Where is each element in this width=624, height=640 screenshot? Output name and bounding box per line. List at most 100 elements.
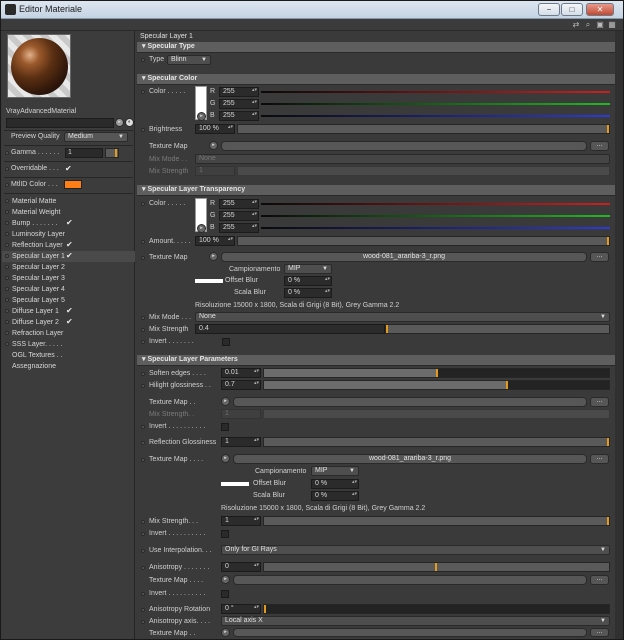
offset-blur2-field[interactable]: 0 % ▴▾: [311, 479, 359, 489]
arrows-icon[interactable]: ⇄: [571, 20, 581, 30]
maximize-button[interactable]: □: [561, 3, 583, 16]
search-icon[interactable]: ⌕: [583, 20, 593, 30]
invert4-dot[interactable]: [141, 592, 145, 596]
type-select[interactable]: Blinn ▼: [167, 55, 211, 65]
channel-checkbox[interactable]: [66, 285, 74, 293]
campionamento-select[interactable]: MIP ▼: [284, 264, 332, 274]
settings-icon[interactable]: ▦: [607, 20, 617, 30]
aniso-axis-dot[interactable]: [141, 620, 145, 624]
channel-checkbox[interactable]: [66, 208, 74, 216]
minimize-button[interactable]: −: [538, 3, 560, 16]
channel-checkbox[interactable]: [66, 296, 74, 304]
texture-map5-arrow[interactable]: ▸: [221, 628, 230, 637]
amount-dot[interactable]: [141, 240, 145, 244]
texture-map-slot[interactable]: [221, 141, 587, 151]
section-specular-parameters[interactable]: ▾ Specular Layer Parameters: [137, 355, 615, 366]
mix-strength3-slider[interactable]: [263, 409, 610, 419]
channel-refraction-layer[interactable]: Refraction Layer: [2, 328, 135, 339]
mtlid-color-swatch[interactable]: [64, 180, 82, 189]
anisotropy-field[interactable]: 0 ▴▾: [221, 562, 261, 572]
anisotropy-slider[interactable]: [263, 562, 610, 572]
hilight-dot[interactable]: [141, 384, 145, 388]
material-preview[interactable]: [7, 34, 71, 98]
soften-edges-slider[interactable]: [263, 368, 610, 378]
color-dot[interactable]: [141, 90, 145, 94]
brightness-field[interactable]: 100 % ▴▾: [195, 124, 235, 134]
channel-checkbox[interactable]: [66, 274, 74, 282]
mix-strength-field[interactable]: 1: [195, 166, 235, 176]
channel-diffuse-layer-2[interactable]: Diffuse Layer 2 ✔: [2, 317, 135, 328]
brightness-slider[interactable]: [237, 124, 610, 134]
texture-map5-slot[interactable]: [233, 628, 587, 637]
section-specular-transparency[interactable]: ▾ Specular Layer Transparency: [137, 185, 615, 196]
texture-map4-browse[interactable]: ...: [590, 575, 609, 585]
hilight-glossiness-field[interactable]: 0.7 ▴▾: [221, 380, 261, 390]
brightness-dot[interactable]: [141, 128, 145, 132]
mix-strength2-field[interactable]: 0.4: [195, 324, 385, 334]
hilight-glossiness-slider[interactable]: [263, 380, 610, 390]
campionamento2-select[interactable]: MIP ▼: [311, 466, 359, 476]
channel-checkbox[interactable]: ✔: [66, 307, 74, 315]
invert-checkbox[interactable]: [222, 338, 230, 346]
mix-mode2-dot[interactable]: [141, 316, 145, 320]
texture-map2-slot[interactable]: [233, 397, 587, 407]
transp-texture-dot[interactable]: [141, 256, 145, 260]
texture-map3-dot[interactable]: [141, 458, 145, 462]
invert4-checkbox[interactable]: [221, 590, 229, 598]
channel-checkbox[interactable]: ✔: [66, 252, 74, 260]
transp-color-dot[interactable]: [141, 202, 145, 206]
section-specular-type[interactable]: ▾ Specular Type: [137, 42, 615, 53]
reflection-glossiness-slider[interactable]: [263, 437, 610, 447]
amount-slider[interactable]: [237, 236, 610, 246]
transp-texture-arrow[interactable]: ▸: [209, 252, 218, 261]
anisotropy-rotation-slider[interactable]: [263, 604, 610, 614]
section-specular-color[interactable]: ▾ Specular Color: [137, 74, 615, 85]
channel-luminosity-layer[interactable]: Luminosity Layer: [2, 229, 135, 240]
transp-texture-slot[interactable]: wood-081_arariba-3_r.png: [221, 252, 587, 262]
channel-diffuse-layer-1[interactable]: Diffuse Layer 1 ✔: [2, 306, 135, 317]
offset-blur-field[interactable]: 0 % ▴▾: [284, 276, 332, 286]
g-slider[interactable]: [261, 103, 610, 105]
anisotropy-axis-select[interactable]: Local axis X ▼: [221, 616, 610, 626]
mix-strength2-dot[interactable]: [141, 328, 145, 332]
invert-dot[interactable]: [141, 340, 145, 344]
gamma-dot[interactable]: [5, 151, 9, 155]
channel-assegnazione[interactable]: Assegnazione: [2, 361, 135, 372]
channel-checkbox[interactable]: [66, 329, 74, 337]
channel-checkbox[interactable]: [66, 340, 74, 348]
g-field[interactable]: 255 ▴▾: [219, 99, 259, 109]
mix-strength4-dot[interactable]: [141, 520, 145, 524]
invert3-checkbox[interactable]: [221, 530, 229, 538]
texture-map-arrow[interactable]: ▸: [209, 141, 218, 150]
mix-strength2-slider[interactable]: [385, 324, 610, 334]
mix-mode2-select[interactable]: None ▼: [195, 312, 610, 322]
lock-icon[interactable]: ▣: [595, 20, 605, 30]
channel-specular-layer-2[interactable]: Specular Layer 2: [2, 262, 135, 273]
channel-checkbox[interactable]: [66, 230, 74, 238]
texture-map3-slot[interactable]: wood-081_arariba-3_r.png: [233, 454, 587, 464]
channel-checkbox[interactable]: [66, 197, 74, 205]
name-arrow-button[interactable]: ▸: [115, 118, 124, 127]
use-interp-dot[interactable]: [141, 549, 145, 553]
texture-map3-browse[interactable]: ...: [590, 454, 609, 464]
mtlid-dot[interactable]: [5, 183, 9, 187]
mix-strength3-field[interactable]: 1: [221, 409, 261, 419]
channel-ogl-textures[interactable]: OGL Textures . .: [2, 350, 135, 361]
mix-strength-slider[interactable]: [237, 166, 610, 176]
anisotropy-rotation-field[interactable]: 0 ° ▴▾: [221, 604, 261, 614]
channel-checkbox[interactable]: ✔: [66, 241, 74, 249]
channel-material-matte[interactable]: Material Matte: [2, 196, 135, 207]
transp-b-field[interactable]: 255 ▴▾: [219, 223, 259, 233]
channel-checkbox[interactable]: ✔: [66, 318, 74, 326]
reflection-glossiness-field[interactable]: 1 ▴▾: [221, 437, 261, 447]
channel-specular-layer-4[interactable]: Specular Layer 4: [2, 284, 135, 295]
channel-checkbox[interactable]: [66, 263, 74, 271]
scala-blur2-field[interactable]: 0 % ▴▾: [311, 491, 359, 501]
channel-specular-layer-5[interactable]: Specular Layer 5: [2, 295, 135, 306]
invert2-dot[interactable]: [141, 425, 145, 429]
preview-quality-select[interactable]: Medium ▼: [64, 132, 128, 142]
refl-gloss-dot[interactable]: [141, 441, 145, 445]
transp-b-slider[interactable]: [261, 227, 610, 229]
texture-map5-browse[interactable]: ...: [590, 628, 609, 637]
channel-reflection-layer[interactable]: Reflection Layer ✔: [2, 240, 135, 251]
